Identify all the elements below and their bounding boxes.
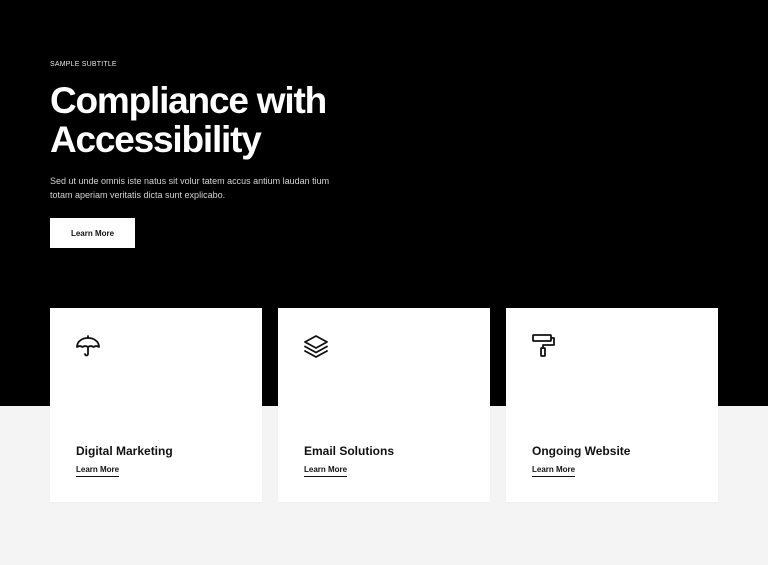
paint-roller-icon (530, 332, 558, 360)
card-learn-more-link[interactable]: Learn More (304, 465, 348, 477)
card-title: Digital Marketing (76, 444, 173, 458)
umbrella-icon (74, 332, 102, 360)
hero-content: SAMPLE SUBTITLE Compliance with Accessib… (50, 60, 370, 248)
service-card-digital-marketing: Digital Marketing Learn More (50, 308, 262, 502)
hero-title: Compliance with Accessibility (50, 81, 370, 159)
card-learn-more-link[interactable]: Learn More (532, 465, 576, 477)
hero-title-line-2: Accessibility (50, 119, 262, 160)
service-card-ongoing-website: Ongoing Website Learn More (506, 308, 718, 502)
hero-subtitle: SAMPLE SUBTITLE (50, 61, 117, 68)
hero-title-line-1: Compliance with (50, 80, 327, 121)
card-learn-more-link[interactable]: Learn More (76, 465, 120, 477)
service-card-email-solutions: Email Solutions Learn More (278, 308, 490, 502)
page: SAMPLE SUBTITLE Compliance with Accessib… (0, 0, 768, 565)
hero-description: Sed ut unde omnis iste natus sit volur t… (50, 176, 330, 200)
layers-icon (302, 332, 330, 360)
card-title: Ongoing Website (532, 444, 631, 458)
learn-more-button[interactable]: Learn More (50, 218, 135, 248)
card-title: Email Solutions (304, 444, 395, 458)
